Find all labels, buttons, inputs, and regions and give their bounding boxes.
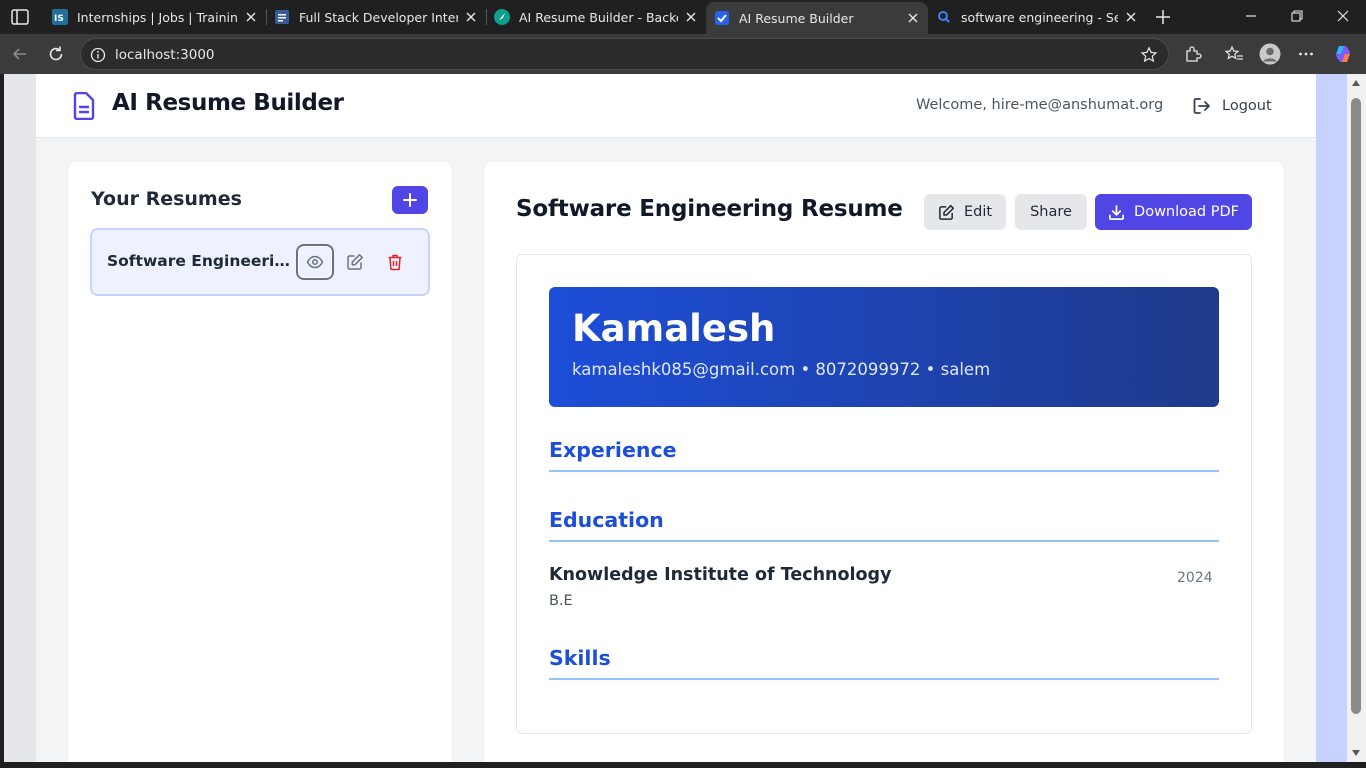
- panel-heading: Your Resumes: [91, 188, 242, 210]
- delete-resume-button[interactable]: [376, 244, 414, 280]
- tab-title: AI Resume Builder - Backend -: [519, 9, 678, 25]
- app-title: AI Resume Builder: [112, 90, 344, 116]
- tab-title: Full Stack Developer Internship: [299, 9, 458, 25]
- tab-title: software engineering - Search: [961, 9, 1118, 25]
- favorite-star-icon[interactable]: [1140, 46, 1158, 64]
- tab-actions-icon[interactable]: [10, 8, 30, 26]
- cursor-icon: [494, 9, 510, 25]
- reload-button[interactable]: [44, 42, 68, 66]
- welcome-text: Welcome, hire-me@anshumat.org: [916, 97, 1164, 113]
- browser-tab-ai-resume-builder[interactable]: AI Resume Builder: [706, 2, 928, 34]
- edit-label: Edit: [963, 204, 993, 220]
- tab-title: AI Resume Builder: [739, 10, 854, 26]
- download-icon: [1108, 204, 1125, 221]
- resume-title: Software Engineering Resume: [516, 196, 903, 222]
- app-header: AI Resume Builder Welcome, hire-me@anshu…: [36, 74, 1316, 138]
- browser-tab-internshala[interactable]: IS Internships | Jobs | Trainings &: [44, 3, 266, 31]
- profile-avatar-icon[interactable]: [1259, 43, 1281, 65]
- close-icon[interactable]: [684, 10, 698, 24]
- close-icon[interactable]: [906, 11, 920, 25]
- education-year: 2024: [1177, 570, 1213, 586]
- browser-tab-backend[interactable]: AI Resume Builder - Backend -: [486, 3, 706, 31]
- url-text: localhost:3000: [115, 47, 215, 63]
- new-tab-button[interactable]: [1152, 6, 1174, 28]
- skills-heading: Skills: [549, 646, 1219, 680]
- browser-tab-bar: IS Internships | Jobs | Trainings & Full…: [0, 0, 1366, 34]
- app-root: AI Resume Builder Welcome, hire-me@anshu…: [36, 74, 1316, 762]
- experience-heading: Experience: [549, 438, 1219, 472]
- favorites-icon[interactable]: [1223, 43, 1245, 65]
- resume-header-banner: Kamalesh kamaleshk085@gmail.com • 807209…: [549, 287, 1219, 407]
- contact-info: kamaleshk085@gmail.com • 8072099972 • sa…: [572, 360, 991, 379]
- resume-document: Kamalesh kamaleshk085@gmail.com • 807209…: [516, 254, 1252, 734]
- restore-button[interactable]: [1274, 0, 1320, 32]
- close-window-button[interactable]: [1320, 0, 1366, 32]
- edit-resume-button[interactable]: [336, 244, 374, 280]
- document-icon: [71, 92, 97, 120]
- browser-tab-fullstack[interactable]: Full Stack Developer Internship: [266, 3, 486, 31]
- scroll-down-arrow-icon[interactable]: [1352, 750, 1360, 756]
- close-icon[interactable]: [464, 10, 478, 24]
- address-bar[interactable]: localhost:3000: [80, 38, 1169, 70]
- education-degree: B.E: [549, 593, 573, 609]
- search-icon: [936, 9, 952, 25]
- tab-title: Internships | Jobs | Trainings &: [77, 9, 238, 25]
- browser-tab-search[interactable]: software engineering - Search: [928, 3, 1146, 31]
- resume-name: Software Engineering Resume: [107, 252, 297, 270]
- copilot-icon[interactable]: [1332, 43, 1354, 65]
- download-label: Download PDF: [1134, 204, 1239, 220]
- plus-icon: [402, 192, 418, 208]
- more-options-icon[interactable]: [1295, 43, 1317, 65]
- resume-preview-panel: Software Engineering Resume Edit Share D…: [484, 162, 1284, 762]
- view-resume-button[interactable]: [296, 244, 334, 280]
- education-heading: Education: [549, 508, 1219, 542]
- browser-toolbar: localhost:3000: [0, 34, 1366, 74]
- logout-label: Logout: [1222, 98, 1272, 114]
- page-scrollbar[interactable]: [1347, 74, 1366, 762]
- eye-icon: [306, 253, 324, 271]
- minimize-button[interactable]: [1228, 0, 1274, 32]
- add-resume-button[interactable]: [392, 186, 428, 214]
- download-pdf-button[interactable]: Download PDF: [1095, 194, 1252, 230]
- edit-icon: [938, 204, 955, 221]
- resume-list-item[interactable]: Software Engineering Resume: [90, 228, 430, 296]
- candidate-name: Kamalesh: [572, 307, 776, 350]
- checkbox-icon: [714, 10, 730, 26]
- logout-icon: [1192, 96, 1212, 116]
- edit-button[interactable]: Edit: [924, 194, 1006, 230]
- svg-text:IS: IS: [54, 14, 64, 24]
- resumes-panel: Your Resumes Software Engineering Resume: [68, 162, 452, 762]
- side-panel-strip: [1316, 74, 1347, 762]
- site-info-icon[interactable]: [90, 47, 106, 63]
- share-button[interactable]: Share: [1015, 194, 1087, 230]
- trash-icon: [386, 253, 404, 271]
- internshala-icon: IS: [52, 9, 68, 25]
- scrollbar-thumb[interactable]: [1351, 98, 1361, 714]
- page-viewport: AI Resume Builder Welcome, hire-me@anshu…: [4, 74, 1347, 762]
- logout-button[interactable]: Logout: [1192, 93, 1272, 119]
- close-icon[interactable]: [1124, 10, 1138, 24]
- back-button[interactable]: [8, 42, 32, 66]
- scroll-up-arrow-icon[interactable]: [1352, 80, 1360, 86]
- close-icon[interactable]: [244, 10, 258, 24]
- document-icon: [274, 9, 290, 25]
- education-school: Knowledge Institute of Technology: [549, 565, 892, 585]
- extensions-icon[interactable]: [1182, 43, 1204, 65]
- share-label: Share: [1030, 204, 1072, 220]
- edit-icon: [346, 253, 364, 271]
